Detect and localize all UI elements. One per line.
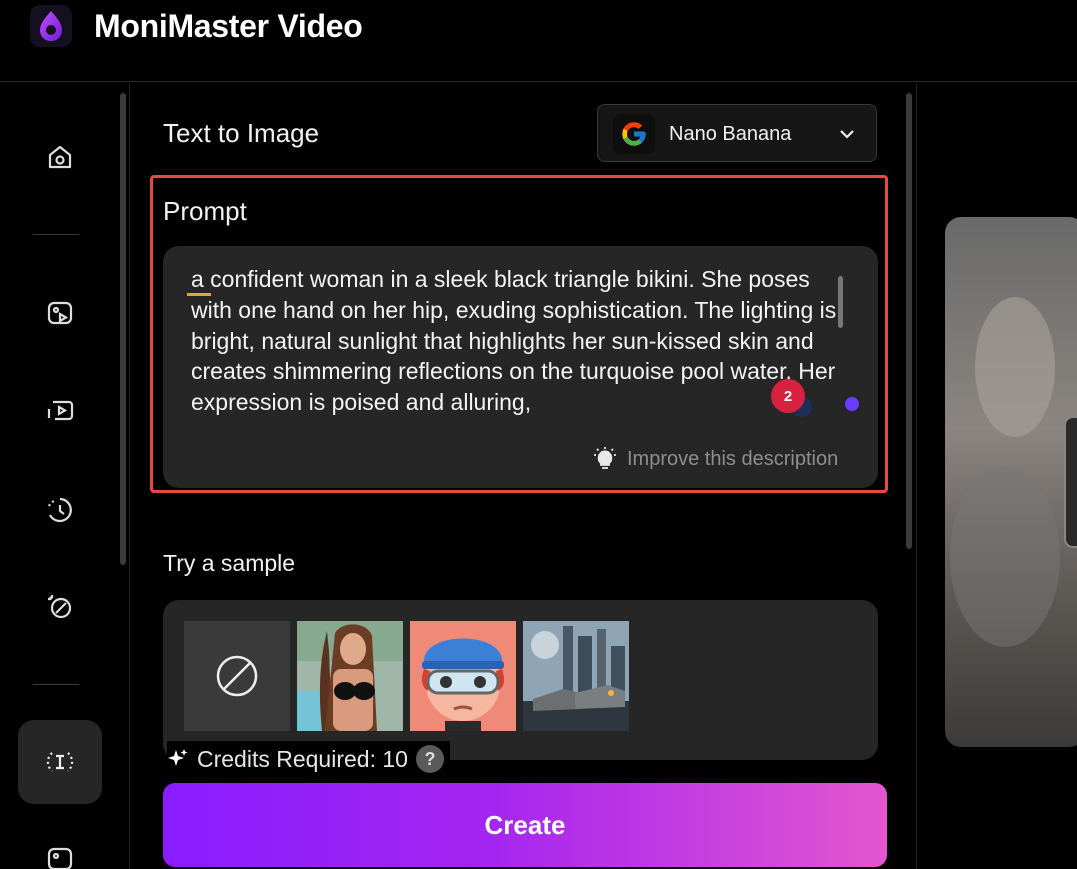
sidebar-divider bbox=[33, 684, 79, 685]
history-icon bbox=[48, 497, 72, 523]
text-to-image-panel: Text to Image Nano Banana Prompt a confi… bbox=[131, 83, 915, 869]
image-video-icon bbox=[47, 301, 73, 325]
panel-scrollbar[interactable] bbox=[906, 93, 912, 549]
magic-edit-icon bbox=[48, 595, 72, 619]
credits-label: Credits Required: 10 bbox=[197, 745, 408, 772]
sidebar-item-image-sparkle[interactable] bbox=[18, 817, 102, 869]
screen-play-icon bbox=[47, 400, 74, 421]
sidebar-divider bbox=[33, 234, 79, 235]
google-g-icon bbox=[613, 114, 655, 154]
model-name: Nano Banana bbox=[669, 123, 792, 145]
credits-required: Credits Required: 10 ? bbox=[167, 741, 450, 777]
sample-cartoon-boy-goggles[interactable] bbox=[410, 621, 516, 731]
improve-description-button[interactable]: Improve this description bbox=[593, 446, 838, 472]
prompt-text[interactable]: a confident woman in a sleek black trian… bbox=[191, 264, 837, 418]
panel-title: Text to Image bbox=[163, 118, 320, 148]
lightbulb-icon bbox=[594, 447, 616, 469]
sidebar-item-image-video[interactable] bbox=[18, 271, 102, 355]
chevron-down-icon bbox=[840, 130, 854, 139]
home-icon bbox=[48, 145, 72, 169]
sidebar-scrollbar[interactable] bbox=[120, 93, 126, 565]
preview-image bbox=[945, 217, 1077, 747]
app-logo-icon[interactable] bbox=[30, 5, 72, 47]
model-select[interactable]: Nano Banana bbox=[597, 104, 877, 162]
create-button[interactable]: Create bbox=[163, 783, 887, 867]
sample-none[interactable] bbox=[184, 621, 290, 731]
improve-description-label: Improve this description bbox=[627, 447, 839, 470]
sample-label: Try a sample bbox=[163, 550, 296, 576]
prompt-textarea[interactable]: a confident woman in a sleek black trian… bbox=[163, 246, 878, 488]
sidebar-item-screen-play[interactable] bbox=[18, 368, 102, 452]
app-header: MoniMaster Video bbox=[0, 0, 1077, 82]
prompt-scrollbar[interactable] bbox=[838, 276, 843, 328]
preview-column bbox=[916, 83, 1077, 869]
prompt-label: Prompt bbox=[163, 196, 247, 226]
text-cursor-marker bbox=[187, 293, 211, 296]
sidebar-item-text-to-image[interactable] bbox=[18, 720, 102, 804]
help-icon[interactable]: ? bbox=[415, 745, 444, 773]
sample-sci-fi-city-vehicles[interactable] bbox=[523, 621, 629, 731]
assistant-dot-icon[interactable] bbox=[845, 397, 859, 411]
sidebar bbox=[0, 83, 130, 869]
sidebar-item-magic-edit[interactable] bbox=[18, 565, 102, 649]
no-sample-icon bbox=[216, 655, 258, 697]
sparkle-icon bbox=[168, 749, 188, 766]
image-sparkle-icon bbox=[47, 847, 73, 869]
text-to-image-icon bbox=[46, 752, 74, 772]
app-title: MoniMaster Video bbox=[94, 8, 363, 44]
sample-bikini-portrait[interactable] bbox=[297, 621, 403, 731]
sidebar-item-home[interactable] bbox=[18, 115, 102, 199]
notification-badge[interactable]: 2 bbox=[771, 379, 805, 413]
sidebar-item-history[interactable] bbox=[18, 468, 102, 552]
sample-gallery bbox=[163, 600, 878, 760]
